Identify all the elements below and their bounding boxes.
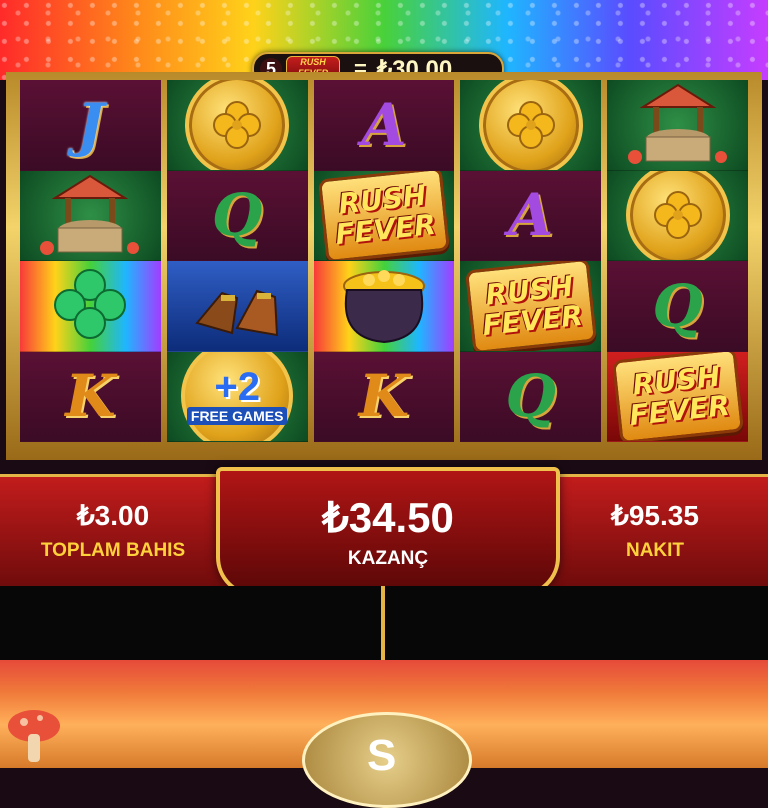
reel-grid: J K Q +2 FREE GAMES A RUSH FEVER K A RUSH FEVER Q Q RU… [20,80,748,442]
gold-coin-symbol [607,170,748,261]
reel-3: A RUSH FEVER K [313,80,455,442]
symbol-letter: J [76,90,105,159]
symbol-j: J [20,80,161,171]
symbol-letter: Q [505,362,557,431]
gold-coin-symbol [460,80,602,171]
symbol-letter: Q [652,271,703,340]
gold-coin-icon [478,80,583,170]
reel-2: Q +2 FREE GAMES [166,80,308,442]
total-bet-label: TOPLAM BAHIS [40,540,186,561]
rush-fever-symbol: RUSH FEVER [460,261,602,352]
symbol-letter: K [65,362,116,431]
symbol-a: A [313,80,455,171]
symbol-letter: Q [211,181,263,250]
spin-button[interactable]: S [302,712,472,808]
wishing-well-icon [623,80,733,170]
symbol-a: A [460,170,602,261]
rush-fever-symbol: RUSH FEVER [313,170,455,261]
symbol-k: K [313,351,455,442]
free-games-label: FREE GAMES [186,407,288,426]
win-total-amount: ₺34.50 [322,494,454,541]
reel-4: A RUSH FEVER Q [460,80,602,442]
symbol-q: Q [460,351,602,442]
rush-fever-logo: RUSH FEVER [611,351,744,442]
free-games-icon: +2 FREE GAMES [181,351,294,442]
mushroom-icon [8,710,60,762]
pot-of-gold-symbol [313,261,455,352]
free-games-count: +2 [214,365,260,410]
mini-logo-line1: RUSH [300,57,326,67]
symbol-q: Q [166,170,308,261]
pot-of-gold-icon [329,261,439,351]
gold-coin-icon [625,170,730,261]
gold-coin-icon [185,80,290,170]
total-bet-amount: ₺3.00 [76,500,150,531]
clover-symbol [20,261,161,352]
cash-amount: ₺95.35 [611,500,699,531]
symbol-k: K [20,351,161,442]
rush-fever-logo: RUSH FEVER [464,261,597,351]
boots-symbol [166,261,308,352]
symbol-q: Q [607,261,748,352]
reel-1: JK [20,80,161,442]
symbol-letter: A [508,181,554,250]
symbol-letter: K [358,362,410,431]
emerald-clover-icon [40,263,140,348]
free-games-coin: +2 FREE GAMES [166,351,308,442]
symbol-letter: A [361,90,407,159]
rush-fever-symbol: RUSH FEVER [607,351,748,442]
rush-fever-logo: RUSH FEVER [317,170,451,261]
win-panel: ₺34.50 KAZANÇ [216,467,560,597]
leprechaun-boots-icon [177,263,297,348]
wishing-well-symbol [607,80,748,171]
reel-5: Q RUSH FEVER [607,80,748,442]
cash-label: NAKIT [625,540,685,561]
hud-bar: ₺3.00 TOPLAM BAHIS ₺34.50 KAZANÇ ₺95.35 … [0,467,768,597]
gold-divider [381,586,385,660]
spin-icon: S [367,731,397,780]
wishing-well-icon [35,171,145,261]
wishing-well-symbol [20,170,161,261]
win-label: KAZANÇ [347,548,429,569]
logo-line2: FEVER [627,389,731,433]
total-bet-panel[interactable]: ₺3.00 TOPLAM BAHIS [18,477,208,589]
cash-panel: ₺95.35 NAKIT [560,477,750,589]
logo-line2: FEVER [333,208,438,252]
gold-coin-symbol [166,80,308,171]
